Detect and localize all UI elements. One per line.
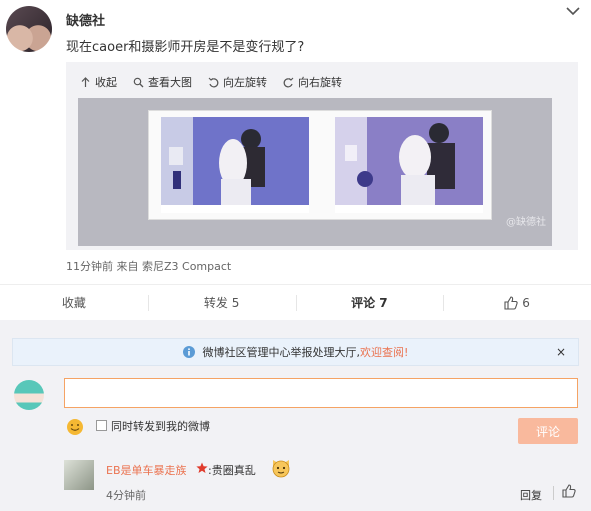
- rotate-right-icon: [283, 77, 294, 87]
- rotate-left-button[interactable]: 向左旋转: [208, 74, 267, 90]
- comment-input[interactable]: [64, 378, 578, 408]
- emoji-icon[interactable]: [66, 418, 84, 436]
- media-panel: 收起 查看大图 向左旋转 向右旋转 @缺德社: [66, 62, 578, 250]
- my-avatar[interactable]: [14, 380, 44, 410]
- weibo-post: 缺德社 现在caoer和摄影师开房是不是变行规了? 收起 查看大图 向左旋转 向…: [0, 0, 591, 320]
- reply-username[interactable]: EB是单车暴走族: [106, 462, 187, 478]
- rotate-right-button[interactable]: 向右旋转: [283, 74, 342, 90]
- star-icon: [196, 462, 208, 473]
- comment-button[interactable]: 评论 7: [295, 285, 444, 320]
- media-toolbar: 收起 查看大图 向左旋转 向右旋转: [80, 74, 342, 90]
- collapse-button[interactable]: 收起: [80, 74, 117, 90]
- chevron-down-icon[interactable]: [564, 4, 582, 18]
- photo-frame: [148, 110, 492, 220]
- reply-button[interactable]: 回复: [520, 487, 542, 503]
- repost-button[interactable]: 转发 5: [147, 285, 296, 320]
- reply-time: 4分钟前: [106, 489, 146, 502]
- notice-banner: 微博社区管理中心举报处理大厅, 欢迎查阅! ×: [12, 338, 579, 366]
- favorite-button[interactable]: 收藏: [0, 285, 148, 320]
- repost-checkbox[interactable]: [96, 420, 107, 431]
- divider: [553, 486, 554, 500]
- username[interactable]: 缺德社: [66, 10, 105, 29]
- post-meta: 11分钟前 来自 索尼Z3 Compact: [66, 260, 232, 273]
- photo-watermark: @缺德社: [506, 217, 546, 228]
- repost-checkbox-label: 同时转发到我的微博: [111, 420, 210, 433]
- comment-label: 评论 7: [351, 296, 388, 310]
- rotate-left-icon: [208, 77, 219, 87]
- post-photo[interactable]: @缺德社: [78, 98, 552, 246]
- collapse-icon: [81, 76, 90, 87]
- view-large-button[interactable]: 查看大图: [133, 74, 192, 90]
- magnifier-icon: [133, 77, 144, 87]
- action-bar: 收藏 转发 5 评论 7 6: [0, 284, 591, 320]
- repost-label: 转发 5: [203, 296, 240, 310]
- cat-emoji-icon: [272, 460, 290, 478]
- info-icon: [182, 346, 195, 358]
- notice-link[interactable]: 欢迎查阅!: [360, 344, 408, 360]
- like-count: 6: [522, 295, 530, 310]
- user-avatar[interactable]: [6, 6, 52, 52]
- collapse-label: 收起: [95, 76, 117, 89]
- favorite-label: 收藏: [61, 296, 86, 310]
- notice-text: 微博社区管理中心举报处理大厅,: [202, 346, 361, 359]
- rotate-left-label: 向左旋转: [223, 76, 267, 89]
- close-icon[interactable]: ×: [556, 345, 566, 359]
- submit-comment-button[interactable]: 评论: [518, 418, 578, 444]
- rotate-right-label: 向右旋转: [298, 76, 342, 89]
- thumbs-up-icon[interactable]: [562, 484, 576, 498]
- post-text: 现在caoer和摄影师开房是不是变行规了?: [66, 40, 305, 55]
- photo-thumbnail-left: [161, 117, 309, 213]
- thumbs-up-icon: [504, 295, 518, 310]
- reply-avatar[interactable]: [64, 460, 94, 490]
- like-button[interactable]: 6: [443, 285, 591, 320]
- view-large-label: 查看大图: [148, 76, 192, 89]
- reply-text: :贵圈真乱: [208, 464, 256, 477]
- photo-thumbnail-right: [335, 117, 483, 213]
